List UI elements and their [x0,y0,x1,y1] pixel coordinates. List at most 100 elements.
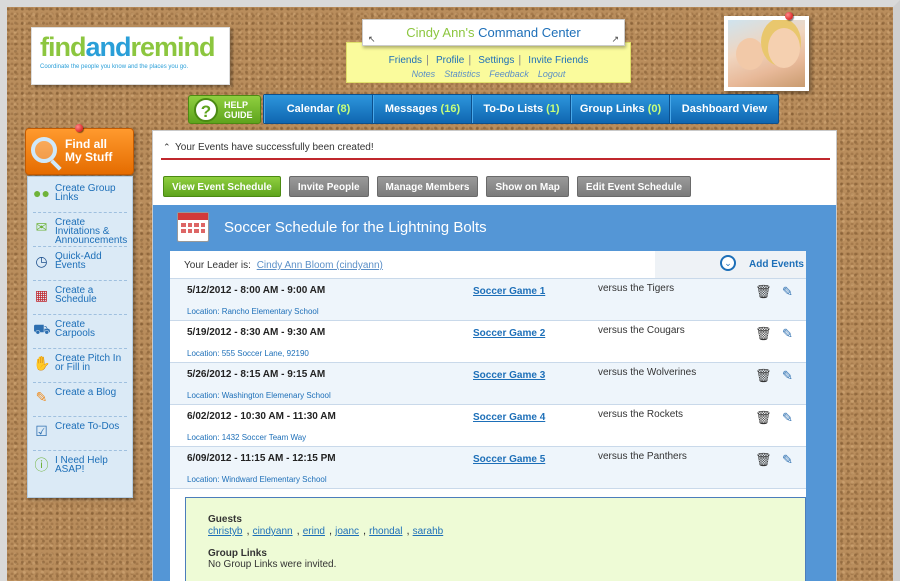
trash-icon[interactable]: 🗑 [755,284,772,300]
sidebar-item-create-to-dos[interactable]: ☑ Create To-Dos [33,417,127,451]
chevron-down-icon[interactable]: ⌄ [720,255,736,271]
event-row: 6/09/2012 - 11:15 AM - 12:15 PM Location… [170,447,806,489]
link-feedback[interactable]: Feedback [489,69,529,79]
pin-right-icon: ↗ [611,34,619,44]
logo-wordmark: findandremind [40,32,221,62]
alert-text: Your Events have successfully been creat… [175,142,374,153]
sidebar-item-label: Create Invitations & Announcements [55,217,128,246]
link-invite-friends[interactable]: Invite Friends [528,55,588,66]
people-icon: ●● [33,185,50,201]
sidebar-item-label: Create a Blog [55,387,117,398]
link-friends[interactable]: Friends [389,55,422,66]
sidebar-item-create-carpools[interactable]: ⛟ Create Carpools [33,315,127,349]
event-location: Location: 555 Soccer Lane, 92190 [187,349,309,358]
guest-link[interactable]: cindyann [253,526,293,537]
trash-icon[interactable]: 🗑 [755,368,772,384]
schedule-panel: Soccer Schedule for the Lightning Bolts … [153,205,836,581]
pencil-icon: ✎ [35,389,48,405]
link-notes[interactable]: Notes [412,69,436,79]
link-statistics[interactable]: Statistics [444,69,480,79]
event-name-link[interactable]: Soccer Game 2 [473,328,545,339]
guests-heading: Guests [208,514,242,525]
event-details: Guests christyb, cindyann, erind, joanc,… [185,497,806,581]
site-logo[interactable]: findandremind Coordinate the people you … [31,27,230,85]
sidebar: ●● Create Group Links ✉ Create Invitatio… [27,176,133,498]
link-profile[interactable]: Profile [436,55,464,66]
group-links-heading: Group Links [208,548,267,559]
sidebar-item-create-a-schedule[interactable]: ▦ Create a Schedule [33,281,127,315]
tab-calendar[interactable]: Calendar (8) [264,95,373,123]
add-events-button[interactable]: Add Events [749,259,804,270]
invite-people-button[interactable]: Invite People [288,176,369,197]
event-date: 5/19/2012 - 8:30 AM - 9:30 AM [187,327,326,338]
edit-event-schedule-button[interactable]: Edit Event Schedule [576,176,692,197]
calendar-icon: ▦ [34,287,49,303]
caret-up-icon[interactable]: ⌃ [163,141,171,154]
user-name: Cindy Ann's [406,25,475,40]
sidebar-item-i-need-help[interactable]: ⓘ I Need Help ASAP! [33,451,127,485]
sidebar-item-label: Create Carpools [55,319,96,339]
schedule-title: Soccer Schedule for the Lightning Bolts [224,219,487,236]
event-date: 6/09/2012 - 11:15 AM - 12:15 PM [187,453,336,464]
trash-icon[interactable]: 🗑 [755,326,772,342]
guest-link[interactable]: rhondal [369,526,402,537]
sidebar-item-create-invitations[interactable]: ✉ Create Invitations & Announcements [33,213,127,247]
help-icon: ⓘ [34,457,49,473]
car-icon: ⛟ [33,321,51,337]
magnifier-icon [31,137,57,163]
pushpin-icon [785,12,793,20]
view-event-schedule-button[interactable]: View Event Schedule [163,176,281,197]
help-guide-line1: HELP [224,100,249,110]
edit-pencil-icon[interactable]: ✎ [782,284,796,300]
event-date: 5/12/2012 - 8:00 AM - 9:00 AM [187,285,326,296]
main-panel: ⌃ Your Events have successfully been cre… [152,130,837,581]
leader-name-link[interactable]: Cindy Ann Bloom (cindyann) [257,260,383,271]
command-center-links: Friends | Profile | Settings | Invite Frien… [346,42,631,83]
clock-icon: ◷ [35,253,48,269]
tab-dashboard-view[interactable]: Dashboard View [670,95,778,123]
trash-icon[interactable]: 🗑 [755,410,772,426]
guest-link[interactable]: sarahb [413,526,444,537]
tab-messages[interactable]: Messages (16) [373,95,472,123]
edit-pencil-icon[interactable]: ✎ [782,368,796,384]
sidebar-item-create-group-links[interactable]: ●● Create Group Links [33,179,127,213]
help-guide-button[interactable]: ? HELP GUIDE [188,95,261,124]
find-all-my-stuff-button[interactable]: Find all My Stuff [25,128,134,175]
sidebar-item-create-pitch-in[interactable]: ✋ Create Pitch In or Fill in [33,349,127,383]
sidebar-item-create-a-blog[interactable]: ✎ Create a Blog [33,383,127,417]
checkbox-icon: ☑ [35,423,48,439]
tab-todo-lists[interactable]: To-Do Lists (1) [472,95,571,123]
profile-photo[interactable] [724,16,809,91]
edit-pencil-icon[interactable]: ✎ [782,326,796,342]
event-name-link[interactable]: Soccer Game 5 [473,454,545,465]
trash-icon[interactable]: 🗑 [755,452,772,468]
event-name-link[interactable]: Soccer Game 1 [473,286,545,297]
command-center-title: ↖ Cindy Ann's Command Center ↗ [362,19,625,46]
main-nav: Calendar (8) Messages (16) To-Do Lists (… [263,94,779,124]
link-settings[interactable]: Settings [478,55,514,66]
hands-icon: ✋ [33,355,51,371]
edit-pencil-icon[interactable]: ✎ [782,452,796,468]
event-name-link[interactable]: Soccer Game 3 [473,370,545,381]
guest-link[interactable]: erind [303,526,325,537]
guest-link[interactable]: joanc [335,526,359,537]
edit-pencil-icon[interactable]: ✎ [782,410,796,426]
command-center-label: Command Center [474,25,581,40]
add-events-area: ⌄ Add Events [655,251,806,278]
guest-link[interactable]: christyb [208,526,242,537]
event-row: 5/19/2012 - 8:30 AM - 9:30 AM Location: … [170,321,806,363]
manage-members-button[interactable]: Manage Members [376,176,479,197]
tab-group-links[interactable]: Group Links (0) [571,95,670,123]
link-logout[interactable]: Logout [538,69,566,79]
show-on-map-button[interactable]: Show on Map [486,176,569,197]
logo-tagline: Coordinate the people you know and the p… [40,64,189,70]
sidebar-item-label: I Need Help ASAP! [55,455,108,475]
find-tab-line2: My Stuff [65,150,113,164]
event-location: Location: Washington Elemenary School [187,391,331,400]
logo-and: and [85,32,131,62]
sidebar-item-quick-add-events[interactable]: ◷ Quick-Add Events [33,247,127,281]
pushpin-icon [75,124,83,132]
help-guide-line2: GUIDE [224,110,253,120]
event-name-link[interactable]: Soccer Game 4 [473,412,545,423]
event-opponent: versus the Panthers [598,451,687,462]
